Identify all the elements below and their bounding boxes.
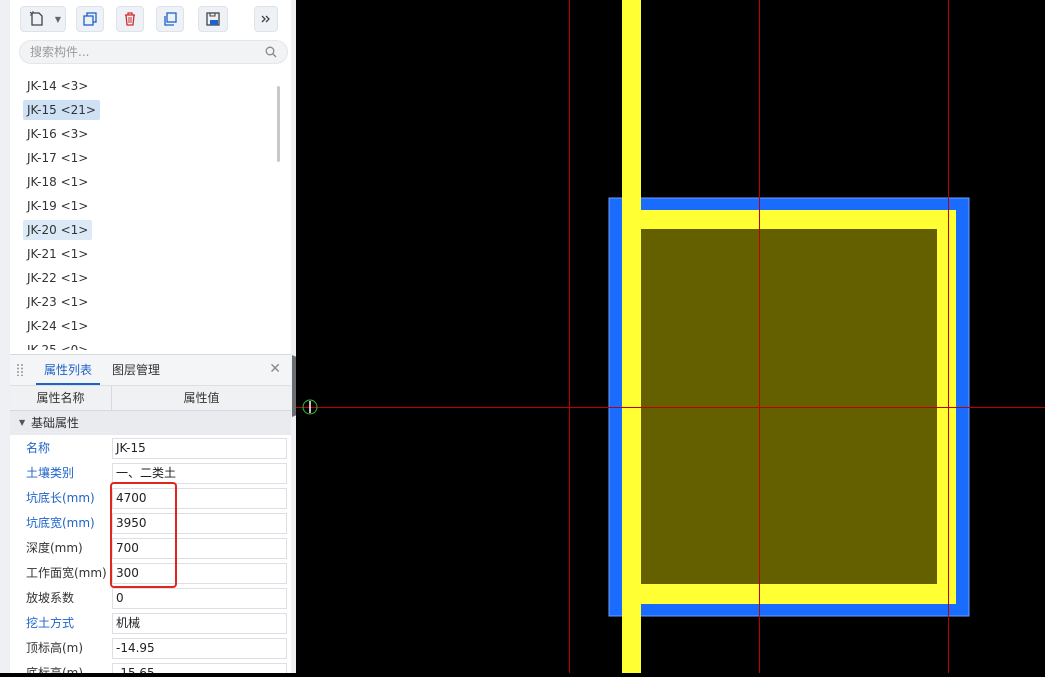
property-value[interactable]: JK-15: [112, 438, 287, 459]
list-item[interactable]: JK-24 <1>: [23, 316, 92, 336]
trash-icon: [125, 12, 135, 26]
column-header-name: 属性名称: [10, 386, 112, 410]
layer-copy-icon: [164, 12, 177, 26]
property-name: 底标高(m): [26, 666, 84, 673]
search-box: [19, 40, 288, 64]
property-value[interactable]: 0: [112, 588, 287, 609]
property-name: 放坡系数: [26, 591, 75, 605]
search-input[interactable]: [30, 43, 250, 61]
caret-down-icon: ▼: [19, 418, 26, 427]
property-row: 工作面宽(mm) 300: [10, 561, 291, 586]
property-value[interactable]: 机械: [112, 613, 287, 634]
column-header-value: 属性值: [183, 391, 220, 405]
property-value[interactable]: 一、二类土: [112, 463, 287, 484]
property-value[interactable]: 3950: [112, 513, 287, 534]
property-name: 工作面宽(mm): [26, 566, 107, 580]
property-row: 名称 JK-15: [10, 436, 291, 461]
list-item[interactable]: JK-17 <1>: [23, 148, 92, 168]
layer-copy-button[interactable]: [156, 6, 184, 32]
list-item[interactable]: JK-25 <0>: [23, 340, 92, 350]
property-name: 土壤类别: [26, 466, 75, 480]
property-group-label: 基础属性: [31, 416, 80, 430]
property-row: 坑底宽(mm) 3950: [10, 511, 291, 536]
copy-button[interactable]: [76, 6, 104, 32]
list-item[interactable]: JK-19 <1>: [23, 196, 92, 216]
yellow-beam[interactable]: [622, 0, 641, 673]
drawing-canvas[interactable]: [296, 0, 1045, 673]
close-icon[interactable]: ✕: [269, 361, 281, 377]
list-item[interactable]: JK-14 <3>: [23, 76, 92, 96]
delete-button[interactable]: [116, 6, 144, 32]
panel-tabbar: 属性列表 图层管理 ✕: [10, 355, 291, 386]
list-item[interactable]: JK-15 <21>: [23, 100, 100, 120]
property-name: 名称: [26, 441, 51, 455]
drag-handle-icon[interactable]: [17, 364, 23, 376]
tab-property-list[interactable]: 属性列表: [36, 355, 101, 385]
property-name: 挖土方式: [26, 616, 75, 630]
list-item[interactable]: JK-20 <1>: [23, 220, 93, 240]
property-row: 放坡系数 0: [10, 586, 291, 611]
property-row: 土壤类别 一、二类土: [10, 461, 291, 486]
pit-bottom-area: [641, 229, 937, 584]
property-row: 深度(mm) 700: [10, 536, 291, 561]
property-name: 深度(mm): [26, 541, 83, 555]
property-name: 坑底宽(mm): [26, 516, 95, 530]
property-row: 坑底长(mm) 4700: [10, 486, 291, 511]
new-component-button[interactable]: ▼: [20, 6, 66, 32]
property-row: 顶标高(m) -14.95: [10, 636, 291, 661]
property-table-header: 属性名称 属性值: [10, 386, 291, 411]
search-icon[interactable]: [265, 46, 277, 58]
property-row: 挖土方式 机械: [10, 611, 291, 636]
component-list: JK-14 <3> JK-15 <21> JK-16 <3> JK-17 <1>…: [10, 76, 291, 350]
copy-icon: [83, 12, 97, 26]
more-button[interactable]: [254, 6, 278, 32]
list-item[interactable]: JK-21 <1>: [23, 244, 92, 264]
list-scrollbar[interactable]: [277, 86, 280, 162]
tab-layer-management[interactable]: 图层管理: [112, 355, 160, 385]
save-template-button[interactable]: [198, 6, 228, 32]
chevron-down-icon[interactable]: ▼: [55, 15, 61, 24]
list-item[interactable]: JK-18 <1>: [23, 172, 92, 192]
property-row: 底标高(m) -15.65: [10, 661, 291, 673]
list-item[interactable]: JK-23 <1>: [23, 292, 92, 312]
property-value[interactable]: 300: [112, 563, 287, 584]
double-chevron-right-icon: [261, 15, 270, 23]
property-name: 坑底长(mm): [26, 491, 95, 505]
property-value[interactable]: 4700: [112, 488, 287, 509]
new-file-icon: [29, 11, 43, 26]
canvas-drawing: [296, 0, 1045, 673]
component-panel-body: ▼ 搜索构件... JK-14 <3> JK-15 <21> JK-16 <3>…: [10, 0, 291, 673]
property-group-header[interactable]: ▼ 基础属性: [10, 411, 291, 435]
list-item[interactable]: JK-16 <3>: [23, 124, 92, 144]
property-value[interactable]: -14.95: [112, 638, 287, 659]
component-panel: ▼ 搜索构件... JK-14 <3> JK-15 <21> JK-16 <3>…: [0, 0, 296, 673]
property-name: 顶标高(m): [26, 641, 84, 655]
property-value[interactable]: 700: [112, 538, 287, 559]
save-icon: [206, 12, 220, 26]
properties-panel: 属性列表 图层管理 ✕ 属性名称 属性值 ▼ 基础属性 名称 JK-15 土壤类…: [10, 354, 291, 673]
property-value[interactable]: -15.65: [112, 663, 287, 673]
list-item[interactable]: JK-22 <1>: [23, 268, 92, 288]
